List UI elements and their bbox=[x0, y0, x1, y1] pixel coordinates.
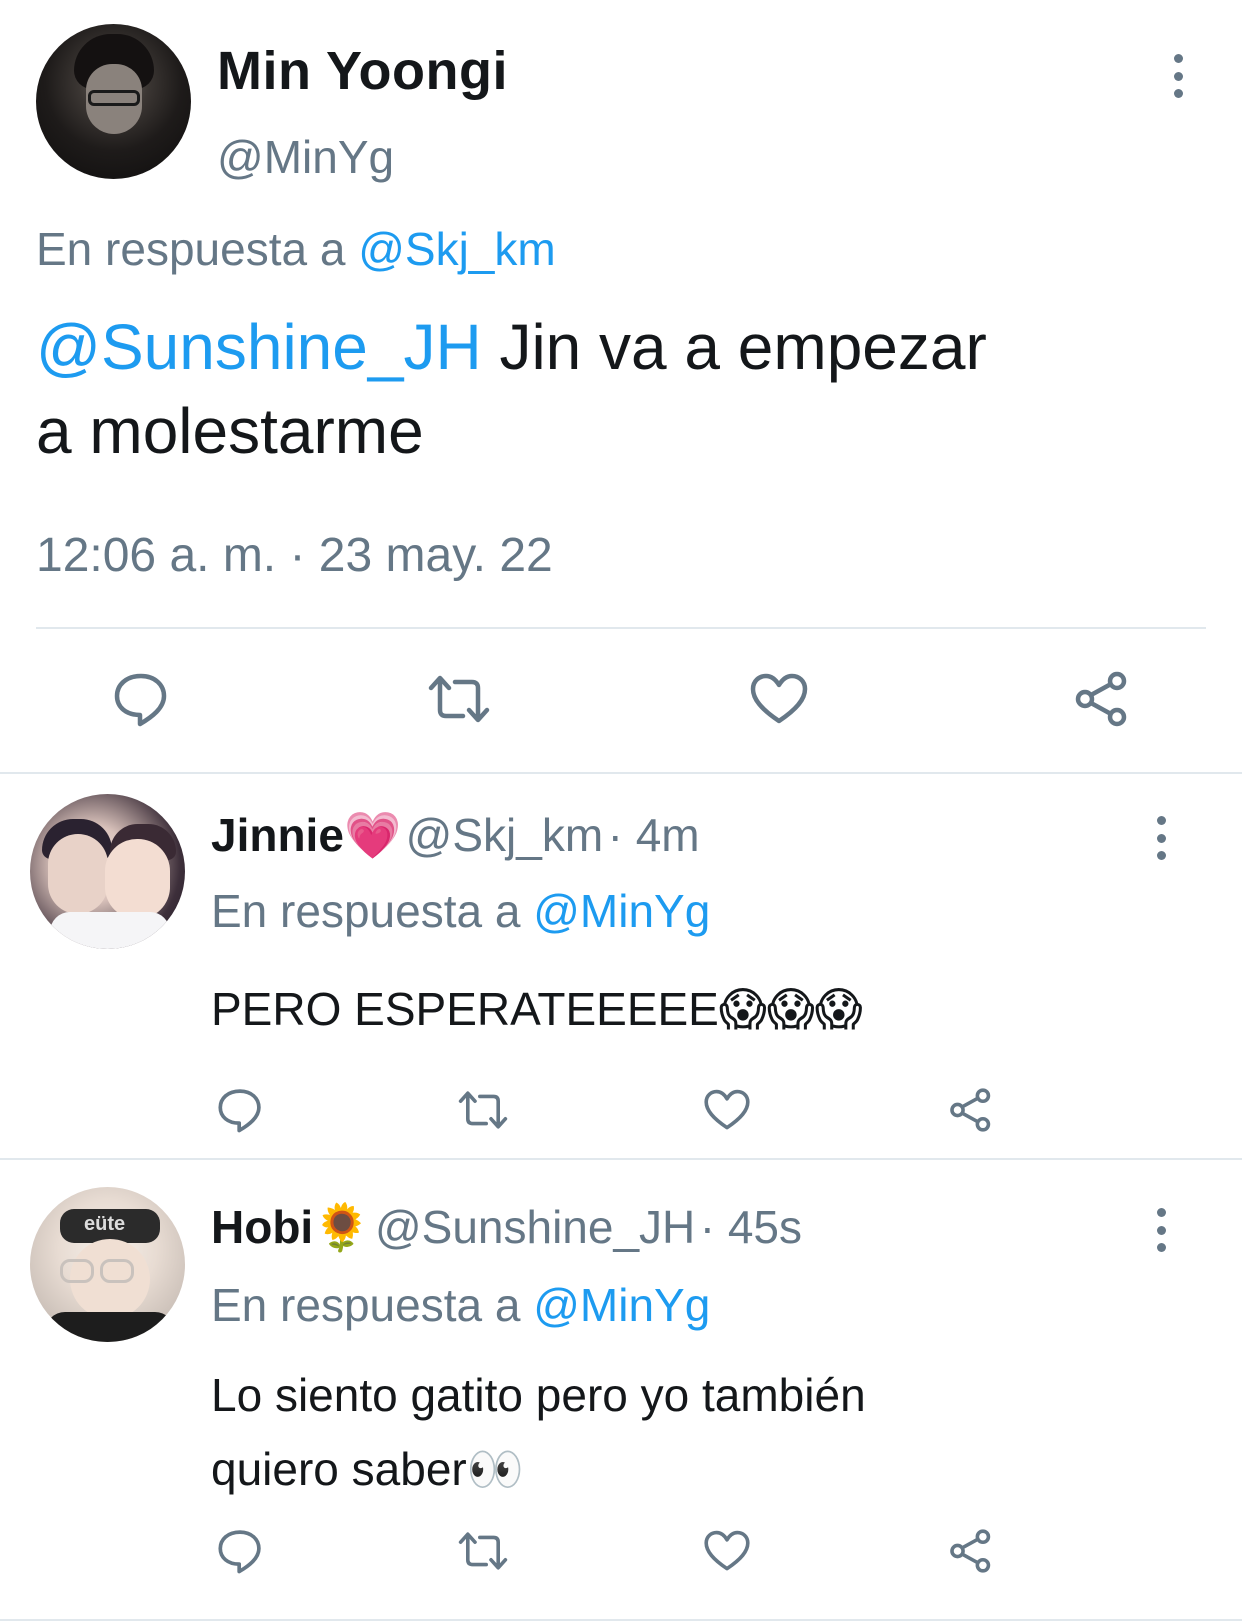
divider bbox=[0, 1158, 1242, 1160]
reply-icon[interactable] bbox=[112, 671, 170, 727]
reply-prefix: En respuesta a bbox=[211, 885, 521, 937]
author-handle[interactable]: @MinYg bbox=[217, 130, 394, 184]
tweet-text-line2: a molestarme bbox=[36, 395, 424, 467]
avatar[interactable] bbox=[36, 24, 191, 179]
heart-icon[interactable] bbox=[703, 1530, 751, 1572]
author-handle[interactable]: @Sunshine_JH bbox=[375, 1201, 695, 1253]
share-icon[interactable] bbox=[948, 1087, 994, 1133]
reply-prefix: En respuesta a bbox=[36, 223, 346, 275]
reply-context: En respuesta a @MinYg bbox=[211, 1278, 710, 1332]
divider bbox=[0, 772, 1242, 774]
divider bbox=[0, 1619, 1242, 1621]
sunflower-emoji: 🌻 bbox=[313, 1201, 371, 1253]
mention-link[interactable]: @Sunshine_JH bbox=[36, 311, 482, 383]
reply-text-body: PERO ESPERATEEEEE bbox=[211, 983, 719, 1035]
author-name[interactable]: Jinnie bbox=[211, 809, 344, 861]
share-icon[interactable] bbox=[948, 1528, 994, 1574]
reply-to-link[interactable]: @Skj_km bbox=[358, 223, 556, 275]
reply-text: Lo siento gatito pero yo también quiero … bbox=[211, 1358, 1211, 1506]
author-handle[interactable]: @Skj_km bbox=[406, 809, 604, 861]
author-name[interactable]: Hobi bbox=[211, 1201, 313, 1253]
eyes-emoji: 👀 bbox=[466, 1443, 524, 1495]
avatar[interactable] bbox=[30, 794, 185, 949]
retweet-icon[interactable] bbox=[457, 1531, 509, 1571]
reply-text: PERO ESPERATEEEEE😱😱😱 bbox=[211, 972, 1211, 1046]
reply-context: En respuesta a @MinYg bbox=[211, 884, 710, 938]
screaming-emoji: 😱😱😱 bbox=[718, 983, 863, 1035]
reply-time[interactable]: · 45s bbox=[700, 1201, 802, 1253]
tweet-text-line1: Jin va a empezar bbox=[481, 311, 987, 383]
reply-prefix: En respuesta a bbox=[211, 1279, 521, 1331]
reply-header: Jinnie💗 @Skj_km · 4m bbox=[211, 808, 700, 863]
reply-header: Hobi🌻 @Sunshine_JH · 45s bbox=[211, 1200, 802, 1255]
avatar[interactable]: eüte bbox=[30, 1187, 185, 1342]
heart-emoji: 💗 bbox=[343, 809, 402, 861]
heart-icon[interactable] bbox=[703, 1089, 751, 1131]
reply-icon[interactable] bbox=[216, 1528, 264, 1574]
tweet-text: @Sunshine_JH Jin va a empezar a molestar… bbox=[36, 305, 1216, 473]
share-icon[interactable] bbox=[1073, 670, 1131, 728]
reply-text-line1: Lo siento gatito pero yo también bbox=[211, 1369, 866, 1421]
more-vertical-icon[interactable] bbox=[1168, 54, 1188, 98]
reply-text-line2: quiero saber bbox=[211, 1443, 467, 1495]
reply-to-link[interactable]: @MinYg bbox=[533, 885, 710, 937]
retweet-icon[interactable] bbox=[457, 1090, 509, 1130]
reply-to-link[interactable]: @MinYg bbox=[533, 1279, 710, 1331]
heart-icon[interactable] bbox=[749, 673, 809, 725]
retweet-icon[interactable] bbox=[427, 674, 491, 724]
reply-time[interactable]: · 4m bbox=[608, 809, 700, 861]
timestamp[interactable]: 12:06 a. m. · 23 may. 22 bbox=[36, 528, 553, 583]
author-name[interactable]: Min Yoongi bbox=[217, 40, 508, 102]
reply-context: En respuesta a @Skj_km bbox=[36, 222, 556, 276]
divider bbox=[36, 627, 1206, 629]
more-vertical-icon[interactable] bbox=[1151, 1208, 1171, 1252]
reply-icon[interactable] bbox=[216, 1087, 264, 1133]
more-vertical-icon[interactable] bbox=[1151, 816, 1171, 860]
